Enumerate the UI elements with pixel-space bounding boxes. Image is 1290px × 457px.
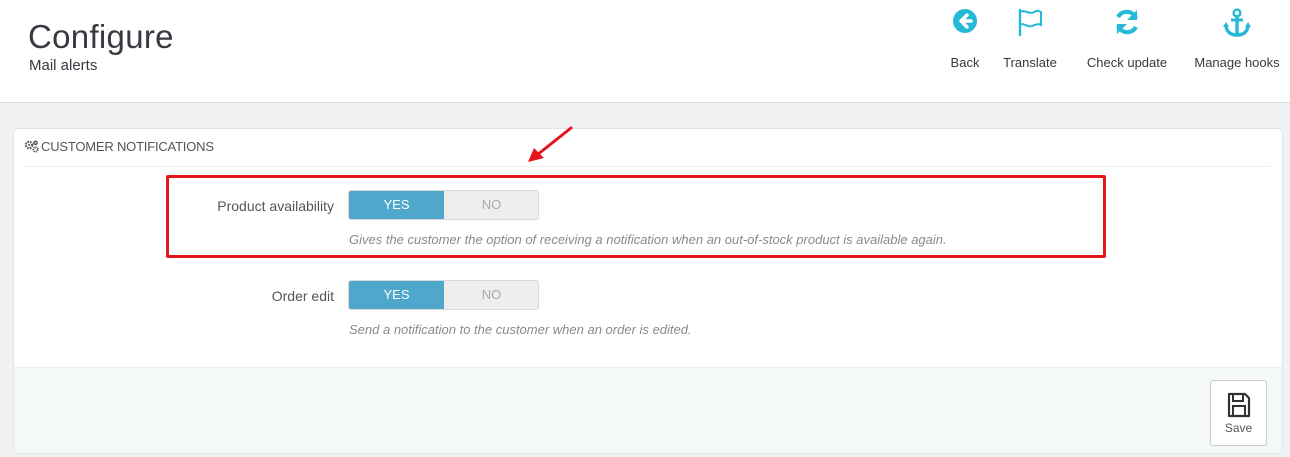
order-edit-help: Send a notification to the customer when… — [349, 322, 692, 337]
manage-hooks-label: Manage hooks — [1194, 55, 1280, 70]
order-edit-row: Order edit YES NO Send a notification to… — [14, 280, 1282, 360]
annotation-arrow-icon — [528, 126, 573, 162]
product-availability-label: Product availability — [217, 198, 334, 214]
back-arrow-icon — [943, 8, 987, 42]
product-availability-row: Product availability YES NO Gives the cu… — [14, 190, 1282, 270]
product-availability-no[interactable]: NO — [444, 191, 538, 219]
back-button[interactable]: Back — [943, 8, 987, 78]
save-button[interactable]: Save — [1210, 380, 1267, 446]
save-label: Save — [1224, 421, 1253, 435]
product-availability-yes[interactable]: YES — [349, 191, 444, 219]
order-edit-switch[interactable]: YES NO — [348, 280, 539, 310]
translate-button[interactable]: Translate — [994, 8, 1066, 78]
cogs-icon — [24, 140, 39, 156]
product-availability-help: Gives the customer the option of receivi… — [349, 232, 947, 247]
page-title: Configure — [28, 18, 174, 55]
panel-heading-text: CUSTOMER NOTIFICATIONS — [41, 139, 214, 154]
check-update-button[interactable]: Check update — [1077, 8, 1177, 78]
order-edit-no[interactable]: NO — [444, 281, 538, 309]
panel-heading: CUSTOMER NOTIFICATIONS — [24, 139, 1270, 167]
page-subtitle: Mail alerts — [29, 57, 98, 74]
anchor-icon — [1187, 8, 1287, 42]
order-edit-label: Order edit — [271, 288, 334, 304]
product-availability-switch[interactable]: YES NO — [348, 190, 539, 220]
flag-icon — [994, 8, 1066, 42]
customer-notifications-panel: CUSTOMER NOTIFICATIONS Product availabil… — [13, 128, 1283, 454]
page-header: Configure Mail alerts Back Translate Che… — [0, 0, 1290, 103]
translate-label: Translate — [1003, 55, 1057, 70]
back-label: Back — [950, 55, 980, 70]
check-update-label: Check update — [1086, 55, 1168, 70]
manage-hooks-button[interactable]: Manage hooks — [1187, 8, 1287, 78]
refresh-icon — [1077, 8, 1177, 42]
save-icon — [1227, 392, 1250, 418]
order-edit-yes[interactable]: YES — [349, 281, 444, 309]
panel-footer: Save — [14, 367, 1282, 453]
